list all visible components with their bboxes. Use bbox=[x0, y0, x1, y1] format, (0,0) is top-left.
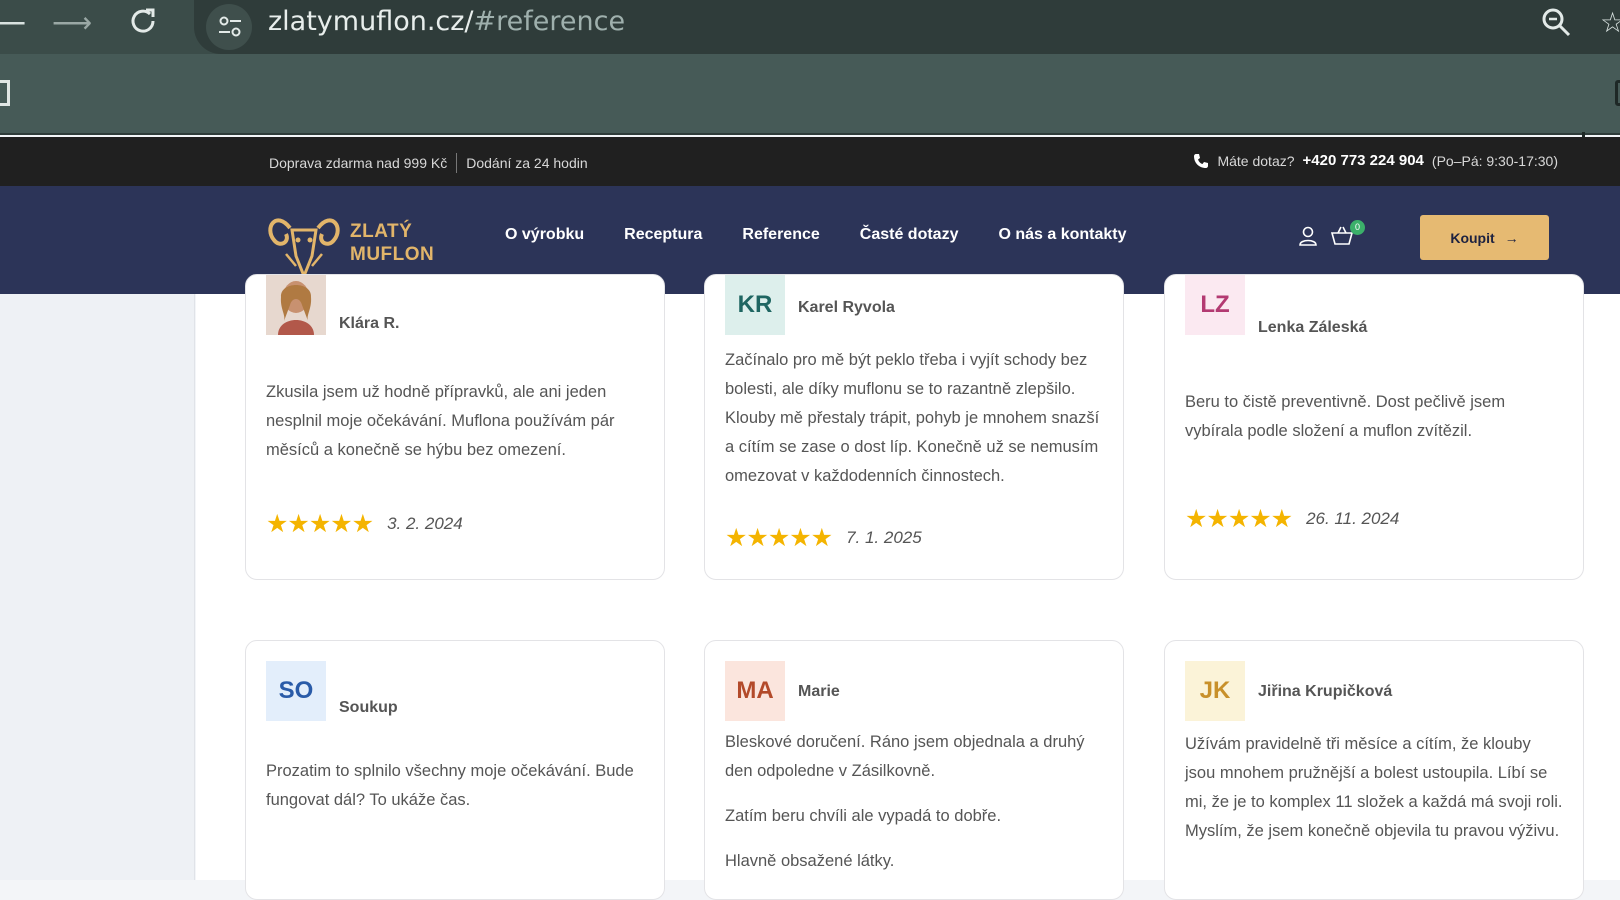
phone-icon bbox=[1194, 153, 1209, 168]
left-panel bbox=[0, 294, 195, 880]
address-bar[interactable]: zlatymuflon.cz/#reference bbox=[194, 0, 1620, 54]
review-card: MA Marie Bleskové doručení. Ráno jsem ob… bbox=[704, 640, 1124, 900]
review-text: Bleskové doručení. Ráno jsem objednala a… bbox=[725, 728, 1105, 876]
logo-line-1: ZLATÝ bbox=[350, 221, 413, 242]
review-paragraph: Bleskové doručení. Ráno jsem objednala a… bbox=[725, 733, 1085, 780]
review-text: Užívám pravidelně tři měsíce a cítím, že… bbox=[1185, 730, 1565, 846]
free-shipping-text: Doprava zdarma nad 999 Kč bbox=[269, 155, 448, 171]
review-card: LZ Lenka Záleská Beru to čistě preventiv… bbox=[1164, 274, 1584, 580]
site-logo[interactable]: ZLATÝ MUFLON bbox=[266, 206, 436, 281]
review-paragraph: Zatím beru chvíli ale vypadá to dobře. bbox=[725, 807, 1002, 825]
browser-secondary-bar bbox=[0, 54, 1620, 162]
reviewer-name: Soukup bbox=[339, 699, 398, 716]
review-paragraph: Zkusila jsem už hodně přípravků, ale ani… bbox=[266, 383, 615, 459]
review-card: KR Karel Ryvola Začínalo pro mě být pekl… bbox=[704, 274, 1124, 580]
arrow-left-icon[interactable]: ⟵ bbox=[0, 6, 26, 40]
reviewer-avatar: LZ bbox=[1185, 275, 1245, 335]
review-paragraph: Začínalo pro mě být peklo třeba i vyjít … bbox=[725, 351, 1100, 485]
menu-item-o-nas[interactable]: O nás a kontakty bbox=[998, 226, 1126, 244]
reviewer-photo bbox=[266, 275, 326, 335]
reviewer-avatar: JK bbox=[1185, 661, 1245, 721]
review-paragraph: Užívám pravidelně tři měsíce a cítím, že… bbox=[1185, 735, 1563, 840]
review-rating: ★★★★★ 26. 11. 2024 bbox=[1185, 504, 1399, 534]
url-host: zlatymuflon.cz/ bbox=[268, 6, 474, 37]
reviewer-name: Klára R. bbox=[339, 315, 400, 332]
reviewer-name: Marie bbox=[798, 683, 840, 700]
review-text: Zkusila jsem už hodně přípravků, ale ani… bbox=[266, 378, 646, 465]
menu-item-caste-dotazy[interactable]: Časté dotazy bbox=[860, 226, 959, 244]
user-icon[interactable] bbox=[1298, 226, 1318, 251]
menu-item-o-vyrobku[interactable]: O výrobku bbox=[505, 226, 584, 244]
office-hours: (Po–Pá: 9:30-17:30) bbox=[1431, 152, 1558, 169]
review-date: 26. 11. 2024 bbox=[1306, 509, 1400, 528]
phone-number[interactable]: +420 773 224 904 bbox=[1303, 152, 1424, 169]
url-path: #reference bbox=[473, 6, 626, 37]
ram-logo-icon bbox=[268, 218, 340, 281]
menu-item-reference[interactable]: Reference bbox=[742, 226, 819, 244]
review-text: Beru to čistě preventivně. Dost pečlivě … bbox=[1185, 388, 1565, 446]
buy-button-label: Koupit bbox=[1450, 229, 1495, 246]
star-rating-icon: ★★★★★ bbox=[1185, 505, 1293, 533]
review-paragraph: Prozatim to splnilo všechny moje očekává… bbox=[266, 762, 634, 809]
review-card: SO Soukup Prozatim to splnilo všechny mo… bbox=[245, 640, 665, 900]
menu-item-receptura[interactable]: Receptura bbox=[624, 226, 702, 244]
divider bbox=[456, 153, 458, 173]
review-date: 3. 2. 2024 bbox=[387, 514, 463, 533]
arrow-right-icon[interactable]: ⟶ bbox=[52, 6, 92, 40]
url-text[interactable]: zlatymuflon.cz/#reference bbox=[268, 6, 625, 37]
star-rating-icon: ★★★★★ bbox=[266, 510, 374, 538]
reviewer-avatar: KR bbox=[725, 275, 785, 335]
cart-count-badge: 0 bbox=[1350, 220, 1365, 235]
reviewer-name: Karel Ryvola bbox=[798, 299, 895, 316]
delivery-text: Dodání za 24 hodin bbox=[466, 155, 588, 171]
browser-toolbar: ⟵ ⟶ zlatymuflon.cz/#reference ☆ bbox=[0, 0, 1620, 54]
reviewer-avatar: MA bbox=[725, 661, 785, 721]
star-rating-icon: ★★★★★ bbox=[725, 524, 833, 552]
bookmark-star-icon[interactable]: ☆ bbox=[1600, 6, 1620, 39]
logo-line-2: MUFLON bbox=[350, 244, 435, 265]
review-rating: ★★★★★ 7. 1. 2025 bbox=[725, 523, 922, 553]
review-text: Začínalo pro mě být peklo třeba i vyjít … bbox=[725, 346, 1105, 491]
review-card: JK Jiřina Krupičková Užívám pravidelně t… bbox=[1164, 640, 1584, 900]
review-card: Klára R. Zkusila jsem už hodně přípravků… bbox=[245, 274, 665, 580]
arrow-right-icon: → bbox=[1504, 229, 1519, 246]
review-paragraph: Beru to čistě preventivně. Dost pečlivě … bbox=[1185, 393, 1506, 440]
top-info-strip: Doprava zdarma nad 999 Kč Dodání za 24 h… bbox=[0, 137, 1620, 186]
zoom-icon[interactable] bbox=[1540, 6, 1572, 43]
review-date: 7. 1. 2025 bbox=[846, 528, 922, 547]
main-menu: O výrobku Receptura Reference Časté dota… bbox=[505, 226, 1127, 244]
side-panel-icon[interactable] bbox=[1615, 80, 1620, 106]
question-text: Máte dotaz? bbox=[1217, 152, 1295, 169]
review-rating: ★★★★★ 3. 2. 2024 bbox=[266, 509, 463, 539]
reviewer-avatar: SO bbox=[266, 661, 326, 721]
reviews-section: Klára R. Zkusila jsem už hodně přípravků… bbox=[196, 274, 1620, 900]
review-text: Prozatim to splnilo všechny moje očekává… bbox=[266, 757, 646, 815]
site-settings-icon[interactable] bbox=[206, 4, 252, 50]
reviewer-name: Lenka Záleská bbox=[1258, 319, 1368, 336]
review-paragraph: Hlavně obsažené látky. bbox=[725, 852, 895, 870]
logo-text: ZLATÝ MUFLON bbox=[350, 220, 434, 266]
reload-icon[interactable] bbox=[126, 6, 160, 40]
apps-grid-icon[interactable] bbox=[0, 80, 10, 106]
buy-button[interactable]: Koupit → bbox=[1420, 215, 1549, 260]
reviewer-name: Jiřina Krupičková bbox=[1258, 683, 1393, 700]
